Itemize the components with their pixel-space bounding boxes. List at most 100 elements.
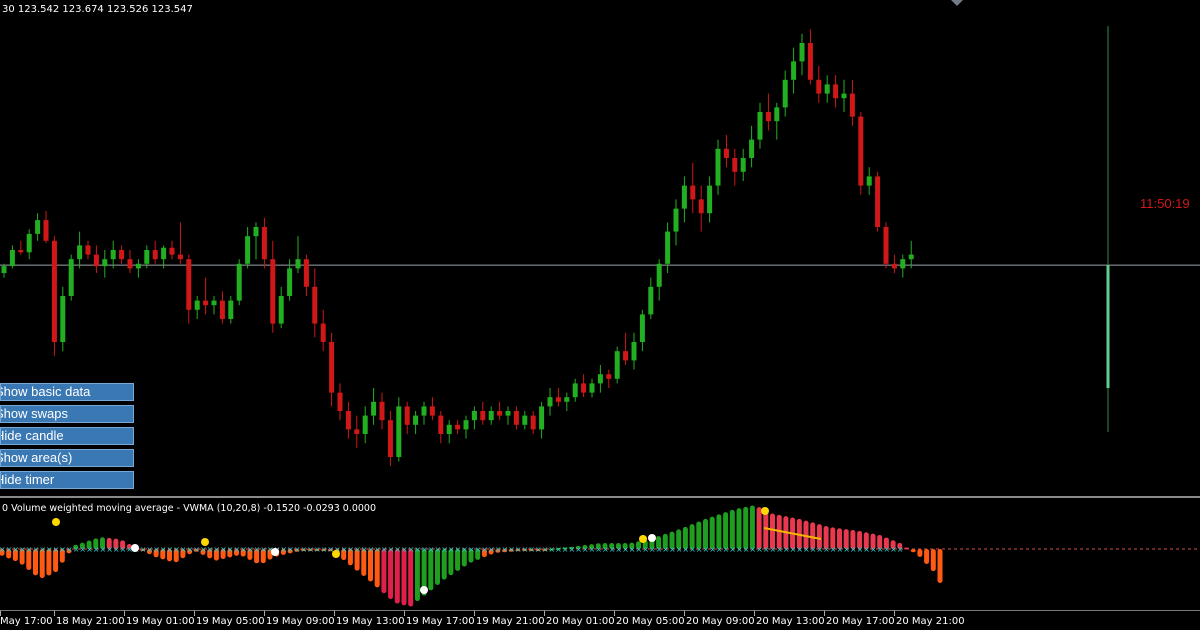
candle-body	[900, 259, 906, 269]
candle-body	[807, 43, 813, 80]
candle-body	[883, 227, 889, 264]
candle-body	[816, 79, 822, 94]
candle-body	[127, 259, 133, 269]
time-axis-tick	[124, 611, 125, 616]
candle-body	[135, 263, 141, 269]
hide-candle-button[interactable]: Hide candle	[0, 427, 134, 445]
candle	[26, 229, 32, 260]
candle	[849, 79, 855, 126]
time-axis-label: 20 May 01:00	[546, 616, 615, 627]
signal-marker: ×	[495, 545, 502, 554]
histogram-bar	[394, 549, 400, 604]
candle-body	[236, 263, 242, 301]
signal-dot	[639, 535, 647, 543]
show-basic-data-button[interactable]: Show basic data	[0, 383, 134, 401]
show-swaps-button[interactable]: Show swaps	[0, 405, 134, 423]
candle-body	[614, 351, 620, 379]
signal-marker: ×	[140, 545, 147, 554]
time-axis-label: 19 May 17:00	[406, 616, 475, 627]
signal-marker: ×	[629, 545, 636, 554]
signal-marker: ×	[508, 545, 515, 554]
signal-marker: ×	[6, 545, 13, 554]
candle-body	[219, 300, 225, 319]
candle	[85, 240, 91, 260]
signal-marker: ×	[689, 545, 696, 554]
signal-marker: ×	[642, 545, 649, 554]
candle	[841, 79, 847, 112]
candle	[152, 240, 158, 264]
candle-body	[471, 411, 477, 421]
signal-marker: ×	[656, 545, 663, 554]
signal-marker: ×	[193, 545, 200, 554]
candle	[513, 406, 519, 430]
candle-body	[295, 259, 301, 269]
candle	[589, 378, 595, 398]
vwma-indicator-pane[interactable]: × × × × × × × × × × × × × × × × × × × × × × × × × × × × × × × × × × × × × × × ×…	[0, 498, 1200, 610]
signal-marker: ×	[515, 545, 522, 554]
signal-marker: ×	[709, 545, 716, 554]
signal-marker: ×	[441, 545, 448, 554]
candle	[194, 296, 200, 319]
histogram-bar	[381, 549, 387, 594]
candle-body	[93, 254, 99, 267]
candle-body	[597, 374, 603, 384]
time-axis-tick	[474, 611, 475, 616]
signal-marker: ×	[227, 545, 234, 554]
signal-marker: ×	[837, 545, 844, 554]
signal-marker: ×	[649, 545, 656, 554]
candle-body	[513, 411, 519, 425]
signal-marker: ×	[776, 545, 783, 554]
candle	[211, 296, 217, 315]
candle-body	[35, 220, 41, 234]
signal-marker: ×	[595, 545, 602, 554]
show-areas-button[interactable]: Show area(s)	[0, 449, 134, 467]
signal-marker: ×	[455, 545, 462, 554]
candle	[429, 397, 435, 421]
signal-dot	[420, 586, 428, 594]
candle-body	[522, 415, 528, 425]
chart-shift-marker-icon[interactable]	[951, 0, 963, 6]
signal-marker: ×	[428, 545, 435, 554]
candle-body	[623, 351, 629, 361]
candle	[337, 383, 343, 421]
candle	[581, 374, 587, 398]
candle-body	[387, 420, 393, 457]
candle-body	[60, 296, 66, 342]
time-axis-tick	[824, 611, 825, 616]
price-chart-svg	[0, 26, 1200, 467]
hide-timer-button[interactable]: Hide timer	[0, 471, 134, 489]
candle	[295, 236, 301, 273]
candle-body	[497, 411, 503, 416]
candle-body	[161, 247, 167, 260]
candle	[791, 47, 797, 94]
candle-body	[488, 411, 494, 421]
histogram-bar	[435, 549, 440, 585]
candle	[169, 240, 175, 260]
signal-marker: ×	[502, 545, 509, 554]
price-chart[interactable]: 30 123.542 123.674 123.526 123.547 11:50…	[0, 0, 1200, 496]
histogram-bar	[770, 513, 775, 549]
candle	[446, 420, 452, 444]
signal-marker: ×	[33, 545, 40, 554]
time-axis-tick	[894, 611, 895, 616]
time-axis-tick	[264, 611, 265, 616]
candle-body	[51, 240, 57, 342]
signal-marker: ×	[448, 545, 455, 554]
signal-marker: ×	[173, 545, 180, 554]
time-axis[interactable]: May 17:00 18 May 21:00 19 May 01:00 19 May …	[0, 610, 1200, 630]
candle	[606, 369, 612, 388]
candle	[320, 309, 326, 352]
signal-marker: ×	[414, 545, 421, 554]
signal-marker: ×	[669, 545, 676, 554]
candle-body	[320, 323, 326, 342]
signal-marker: ×	[803, 545, 810, 554]
signal-marker: ×	[615, 545, 622, 554]
candle-body	[732, 158, 738, 172]
signal-marker: ×	[207, 545, 214, 554]
signal-marker: ×	[301, 545, 308, 554]
candle	[497, 401, 503, 421]
histogram-bar	[924, 549, 930, 565]
signal-marker: ×	[676, 545, 683, 554]
candle	[110, 240, 116, 269]
candle-body	[505, 411, 511, 416]
